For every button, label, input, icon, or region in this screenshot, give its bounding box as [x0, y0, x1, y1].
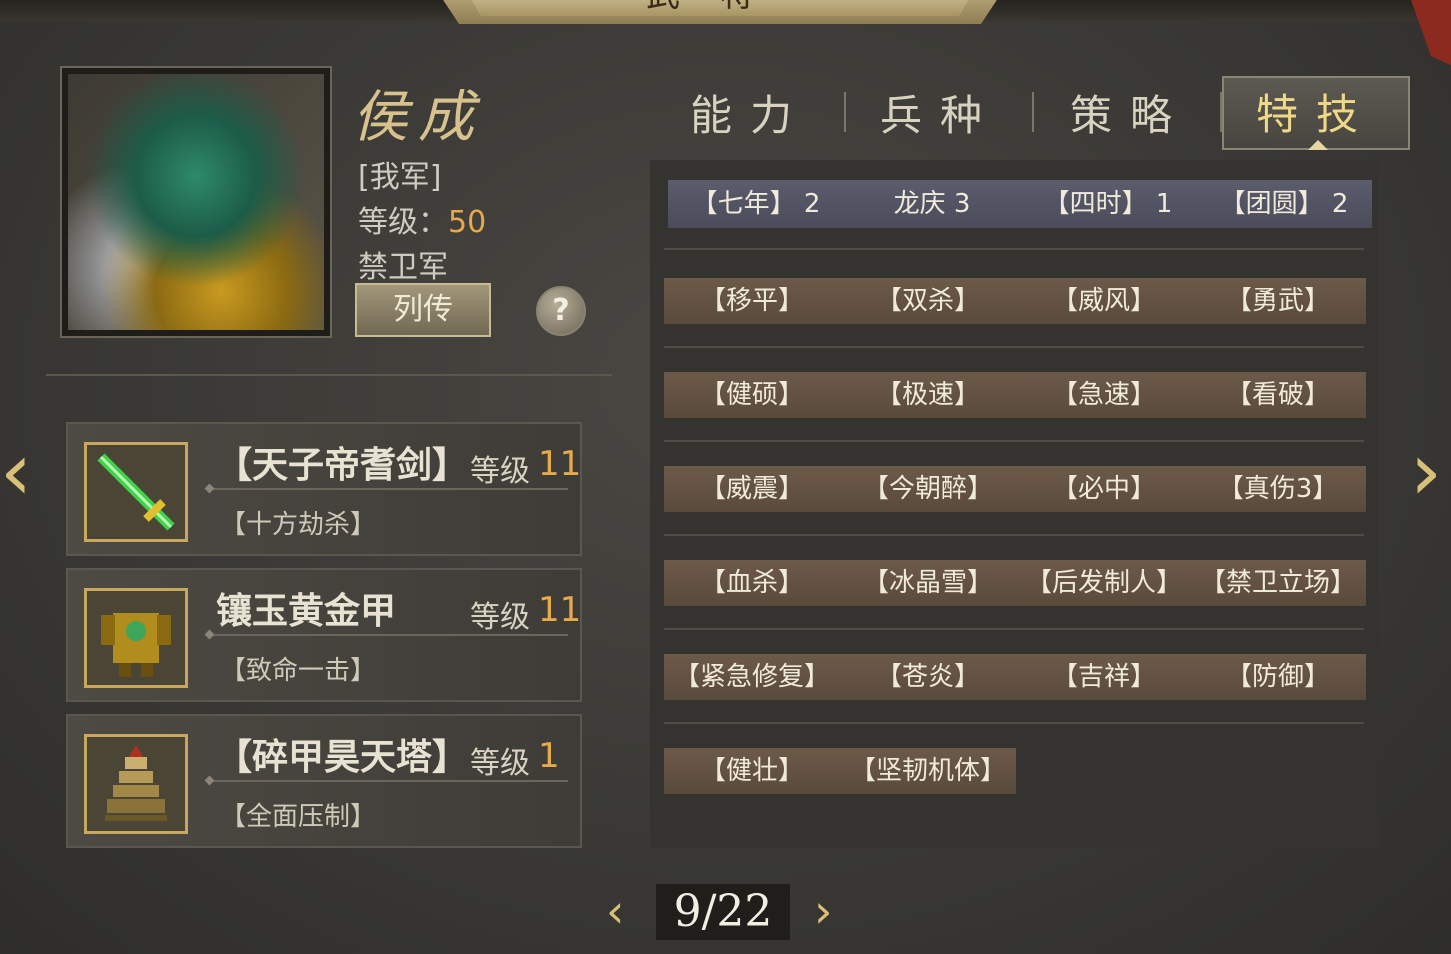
- equipment-name: 【天子帝耆剑】: [216, 445, 469, 486]
- skill-chip[interactable]: 【看破】: [1190, 372, 1366, 418]
- skill-chip[interactable]: 【勇武】: [1190, 278, 1366, 324]
- skill-chip[interactable]: 【紧急修复】: [664, 654, 840, 700]
- equipment-divider: [208, 488, 568, 490]
- skill-chip[interactable]: 【今朝醉】: [840, 466, 1016, 512]
- general-level: 等级：50: [358, 197, 486, 241]
- skill-chip[interactable]: 【苍炎】: [840, 654, 1016, 700]
- skill-chip[interactable]: 【坚韧机体】: [840, 748, 1016, 794]
- skill-chip[interactable]: 【威震】: [664, 466, 840, 512]
- skill-chip[interactable]: 【必中】: [1016, 466, 1192, 512]
- skill-chip[interactable]: 【急速】: [1016, 372, 1192, 418]
- skill-chip[interactable]: 【后发制人】: [1016, 560, 1192, 606]
- skill-chip[interactable]: 【四时】 1: [1020, 180, 1196, 228]
- general-portrait: [60, 66, 332, 338]
- tab-strategy[interactable]: 策略: [1040, 84, 1220, 148]
- skill-chip[interactable]: 【健壮】: [664, 748, 840, 794]
- corner-decoration: [1411, 0, 1451, 70]
- equipment-divider: [208, 780, 568, 782]
- equipment-level: 1: [538, 736, 560, 776]
- skill-chip[interactable]: 【冰晶雪】: [840, 560, 1016, 606]
- armor-icon: [84, 588, 188, 688]
- equipment-name: 镶玉黄金甲: [216, 591, 397, 632]
- row-divider: [664, 722, 1364, 724]
- equipment-name: 【碎甲昊天塔】: [216, 737, 469, 778]
- row-divider: [664, 628, 1364, 630]
- skill-chip[interactable]: 【团圆】 2: [1196, 180, 1372, 228]
- tab-separator: [1032, 92, 1034, 132]
- equipment-skill: 【十方劫杀】: [220, 510, 377, 540]
- sword-icon: [84, 442, 188, 542]
- pager-prev-icon[interactable]: ‹: [606, 886, 624, 936]
- skill-chip[interactable]: 【移平】: [664, 278, 840, 324]
- row-divider: [664, 248, 1364, 250]
- equipment-skill: 【全面压制】: [220, 802, 377, 832]
- page-indicator: 9/22: [656, 884, 790, 940]
- equipment-skill: 【致命一击】: [220, 656, 377, 686]
- general-faction: [我军]: [358, 160, 442, 195]
- equipment-level: 11: [538, 590, 582, 630]
- row-divider: [664, 534, 1364, 536]
- pagoda-icon: [84, 734, 188, 834]
- tab-troop-type[interactable]: 兵种: [850, 84, 1030, 148]
- skill-chip[interactable]: 【威风】: [1016, 278, 1192, 324]
- skill-chip[interactable]: 【七年】 2: [668, 180, 844, 228]
- skill-chip[interactable]: 【健硕】: [664, 372, 840, 418]
- equipment-level: 11: [538, 444, 582, 484]
- pager-next-icon[interactable]: ›: [814, 886, 832, 936]
- skill-chip[interactable]: 【血杀】: [664, 560, 840, 606]
- portrait-image: [68, 74, 324, 330]
- general-troop: 禁卫军: [358, 250, 448, 285]
- help-button[interactable]: ?: [536, 286, 586, 336]
- active-tab-indicator: [1308, 140, 1328, 150]
- skill-chip[interactable]: 【双杀】: [840, 278, 1016, 324]
- skill-chip[interactable]: 【吉祥】: [1016, 654, 1192, 700]
- page-title: 武将: [460, 0, 980, 16]
- skill-chip[interactable]: 【极速】: [840, 372, 1016, 418]
- row-divider: [664, 440, 1364, 442]
- tab-ability[interactable]: 能力: [660, 84, 840, 148]
- equipment-level-label: 等级: [470, 600, 530, 635]
- row-divider: [664, 346, 1364, 348]
- skill-chip[interactable]: 【防御】: [1190, 654, 1366, 700]
- general-name: 侯成: [352, 85, 484, 150]
- bio-button[interactable]: 列传: [355, 283, 491, 337]
- equipment-divider: [208, 634, 568, 636]
- tab-special-skills[interactable]: 特技: [1222, 76, 1410, 150]
- next-general-arrow-icon[interactable]: ›: [1410, 432, 1442, 512]
- prev-general-arrow-icon[interactable]: ‹: [0, 432, 32, 512]
- equipment-card-armor[interactable]: 镶玉黄金甲 等级 11 【致命一击】: [66, 568, 582, 702]
- skill-chip[interactable]: 【禁卫立场】: [1190, 560, 1366, 606]
- level-label: 等级：: [358, 205, 448, 240]
- skill-chip[interactable]: 【真伤3】: [1190, 466, 1366, 512]
- equipment-level-label: 等级: [470, 746, 530, 781]
- divider: [46, 374, 612, 376]
- equipment-card-treasure[interactable]: 【碎甲昊天塔】 等级 1 【全面压制】: [66, 714, 582, 848]
- equipment-level-label: 等级: [470, 454, 530, 489]
- level-value: 50: [448, 205, 487, 240]
- skill-chip[interactable]: 龙庆 3: [844, 180, 1020, 228]
- equipment-card-weapon[interactable]: 【天子帝耆剑】 等级 11 【十方劫杀】: [66, 422, 582, 556]
- tab-separator: [844, 92, 846, 132]
